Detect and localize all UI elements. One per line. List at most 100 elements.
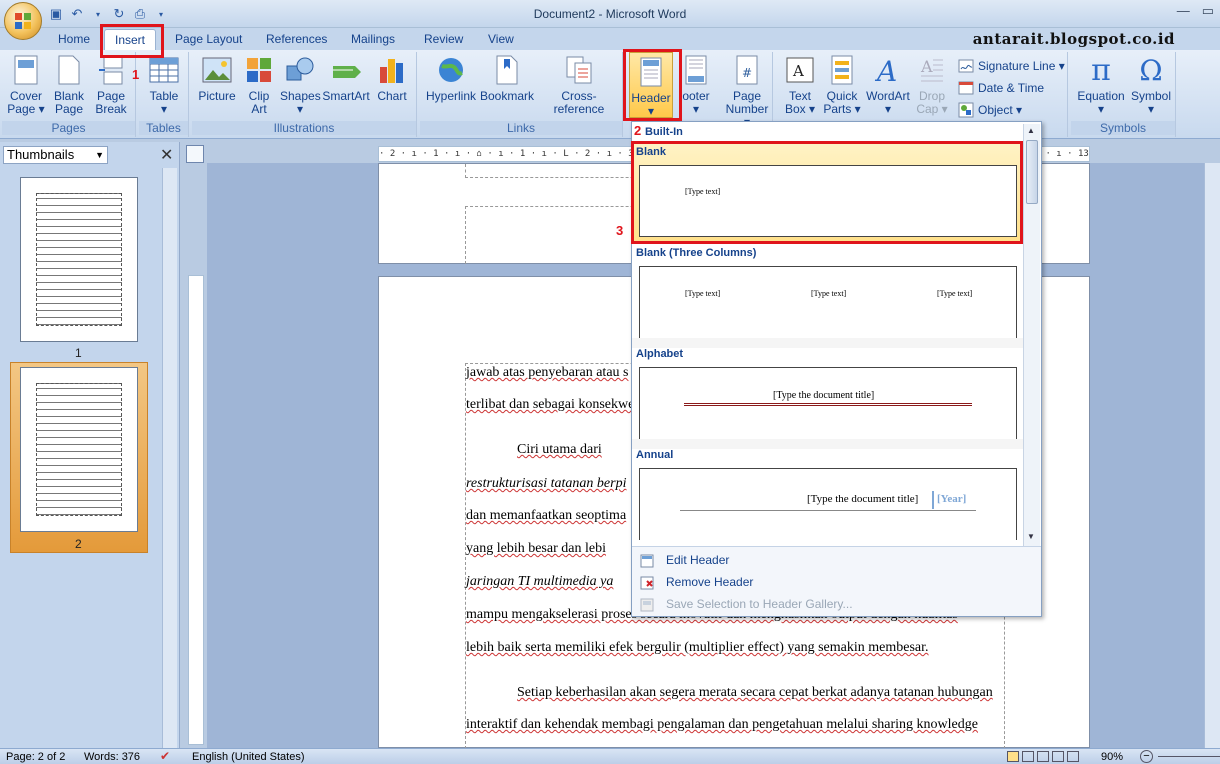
paragraph-line[interactable]: lebih baik serta memiliki efek bergulir … xyxy=(466,640,929,656)
paragraph-line[interactable]: jawab atas penyebaran atau s xyxy=(466,365,628,381)
scrollbar-thumb[interactable] xyxy=(1026,140,1038,204)
window-controls: — ▭ xyxy=(1177,3,1214,19)
paragraph-line[interactable]: Setiap keberhasilan akan segera merata s… xyxy=(517,685,993,701)
tab-references[interactable]: References xyxy=(266,32,327,46)
placeholder-text: [Type the document title] xyxy=(807,493,919,505)
paragraph-line[interactable]: yang lebih besar dan lebi xyxy=(466,541,606,557)
web-layout-icon[interactable] xyxy=(1037,751,1049,762)
text-box-button[interactable]: A Text Box ▾ xyxy=(780,54,820,116)
minimize-icon[interactable]: — xyxy=(1177,3,1190,19)
gallery-separator xyxy=(632,338,1023,348)
blank-page-button[interactable]: Blank Page xyxy=(50,54,88,116)
text-box-icon: A xyxy=(785,54,815,86)
draft-icon[interactable] xyxy=(1067,751,1079,762)
symbol-button[interactable]: Ω Symbol ▾ xyxy=(1129,54,1173,116)
watermark-text: antarait.blogspot.co.id xyxy=(972,30,1175,48)
word-count[interactable]: Words: 376 xyxy=(84,751,140,763)
tab-page-layout[interactable]: Page Layout xyxy=(175,32,242,46)
language[interactable]: English (United States) xyxy=(192,751,305,763)
thumbnail-number: 2 xyxy=(75,537,82,551)
page-break-label-2: Break xyxy=(95,102,127,116)
tab-mailings[interactable]: Mailings xyxy=(351,32,395,46)
zoom-level[interactable]: 90% xyxy=(1101,751,1123,763)
wordart-button[interactable]: A WordArt ▾ xyxy=(864,54,912,116)
chevron-up-icon[interactable]: ▲ xyxy=(1027,126,1035,135)
clip-art-label-2: Art xyxy=(251,102,267,116)
group-symbols: π Equation ▾ Ω Symbol ▾ Symbols xyxy=(1071,52,1176,137)
paragraph-line[interactable]: interaktif dan kehendak membagi pengalam… xyxy=(466,717,978,733)
gallery-section-title: Built-In xyxy=(645,126,683,138)
page-number-icon: # xyxy=(732,54,762,86)
paragraph-line[interactable]: Ciri utama dari xyxy=(517,442,602,458)
hyperlink-label: Hyperlink xyxy=(425,89,476,103)
smartart-label: SmartArt xyxy=(322,89,370,103)
thumbnail-page-2[interactable] xyxy=(20,367,138,532)
office-button[interactable] xyxy=(4,2,42,40)
picture-button[interactable]: Picture xyxy=(196,54,238,103)
full-screen-reading-icon[interactable] xyxy=(1022,751,1034,762)
group-illustrations: Picture Clip Art Shapes ▾ SmartArt Chart I… xyxy=(192,52,417,137)
signature-line-button[interactable]: Signature Line ▾ xyxy=(958,56,1065,76)
paragraph-line[interactable]: jaringan TI multimedia ya xyxy=(466,574,613,590)
tab-home[interactable]: Home xyxy=(58,32,90,46)
group-label-tables: Tables xyxy=(139,121,188,135)
gallery-item-annual[interactable]: [Type the document title] [Year] xyxy=(639,468,1017,540)
paragraph-line[interactable]: terlibat dan sebagai konsekwe xyxy=(466,397,634,413)
chart-button[interactable]: Chart xyxy=(372,54,412,103)
edit-header-menu-item[interactable]: Edit Header xyxy=(666,553,729,567)
clip-art-button[interactable]: Clip Art xyxy=(242,54,276,116)
footer-button[interactable]: ooter ▾ xyxy=(676,54,716,116)
thumbnails-scrollbar[interactable] xyxy=(162,168,177,748)
remove-header-menu-item[interactable]: Remove Header xyxy=(666,575,753,589)
table-dropdown-label: ▾ xyxy=(160,102,168,116)
document-scrollbar[interactable] xyxy=(1204,163,1220,748)
paragraph-line[interactable]: dan memanfaatkan seoptima xyxy=(466,508,626,524)
chart-icon xyxy=(377,54,407,86)
blank-page-icon xyxy=(54,54,84,86)
annotation-box-blank xyxy=(631,141,1023,244)
picture-label: Picture xyxy=(198,89,236,103)
maximize-icon[interactable]: ▭ xyxy=(1202,3,1214,19)
vertical-ruler[interactable] xyxy=(188,275,204,745)
page-count[interactable]: Page: 2 of 2 xyxy=(6,751,65,763)
proofing-icon[interactable]: ✔ xyxy=(160,749,170,763)
object-button[interactable]: Object ▾ xyxy=(958,100,1022,120)
shapes-button[interactable]: Shapes ▾ xyxy=(280,54,321,116)
date-time-button[interactable]: Date & Time xyxy=(958,78,1044,98)
equation-dropdown-label: ▾ xyxy=(1097,102,1105,116)
svg-text:A: A xyxy=(874,55,897,85)
tab-selector-icon[interactable] xyxy=(186,145,204,163)
outline-icon[interactable] xyxy=(1052,751,1064,762)
zoom-out-icon[interactable]: − xyxy=(1140,750,1153,763)
gallery-item-blank-three-columns[interactable]: [Type text] [Type text] [Type text] xyxy=(639,266,1017,338)
tab-review[interactable]: Review xyxy=(424,32,463,46)
smartart-button[interactable]: SmartArt xyxy=(322,54,370,103)
page-number-button[interactable]: # PageNumber ▾ xyxy=(722,54,772,129)
bookmark-button[interactable]: Bookmark xyxy=(478,54,536,103)
svg-text:A: A xyxy=(920,57,933,76)
print-layout-icon[interactable] xyxy=(1007,751,1019,762)
zoom-slider[interactable] xyxy=(1158,756,1220,757)
table-button[interactable]: Table ▾ xyxy=(145,54,183,116)
save-selection-menu-item[interactable]: Save Selection to Header Gallery... xyxy=(666,597,853,611)
cover-page-button[interactable]: Cover Page ▾ xyxy=(5,54,47,116)
close-icon[interactable]: ✕ xyxy=(160,145,173,165)
cross-reference-button[interactable]: Cross-reference xyxy=(536,54,622,116)
gallery-menu: Edit Header Remove Header Save Selection… xyxy=(632,546,1041,616)
page-break-button[interactable]: Page Break xyxy=(92,54,130,116)
navigation-view-select[interactable]: Thumbnails ▼ xyxy=(3,146,108,164)
cover-page-label-2: Page ▾ xyxy=(7,102,45,116)
office-logo-icon xyxy=(15,13,31,29)
paragraph-line[interactable]: restrukturisasi tatanan berpi xyxy=(466,476,627,492)
drop-cap-button[interactable]: A Drop Cap ▾ xyxy=(914,54,950,116)
gallery-scrollbar[interactable]: ▲ ▼ xyxy=(1023,124,1040,546)
tab-view[interactable]: View xyxy=(488,32,514,46)
hyperlink-button[interactable]: Hyperlink xyxy=(424,54,478,103)
gallery-item-alphabet[interactable]: [Type the document title] xyxy=(639,367,1017,439)
gallery-item-name: Alphabet xyxy=(636,348,684,360)
quick-parts-button[interactable]: Quick Parts ▾ xyxy=(822,54,862,116)
chevron-down-icon[interactable]: ▼ xyxy=(1027,532,1035,541)
placeholder-text: [Type the document title] xyxy=(773,390,875,401)
thumbnail-page-1[interactable] xyxy=(20,177,138,342)
equation-button[interactable]: π Equation ▾ xyxy=(1073,54,1129,116)
